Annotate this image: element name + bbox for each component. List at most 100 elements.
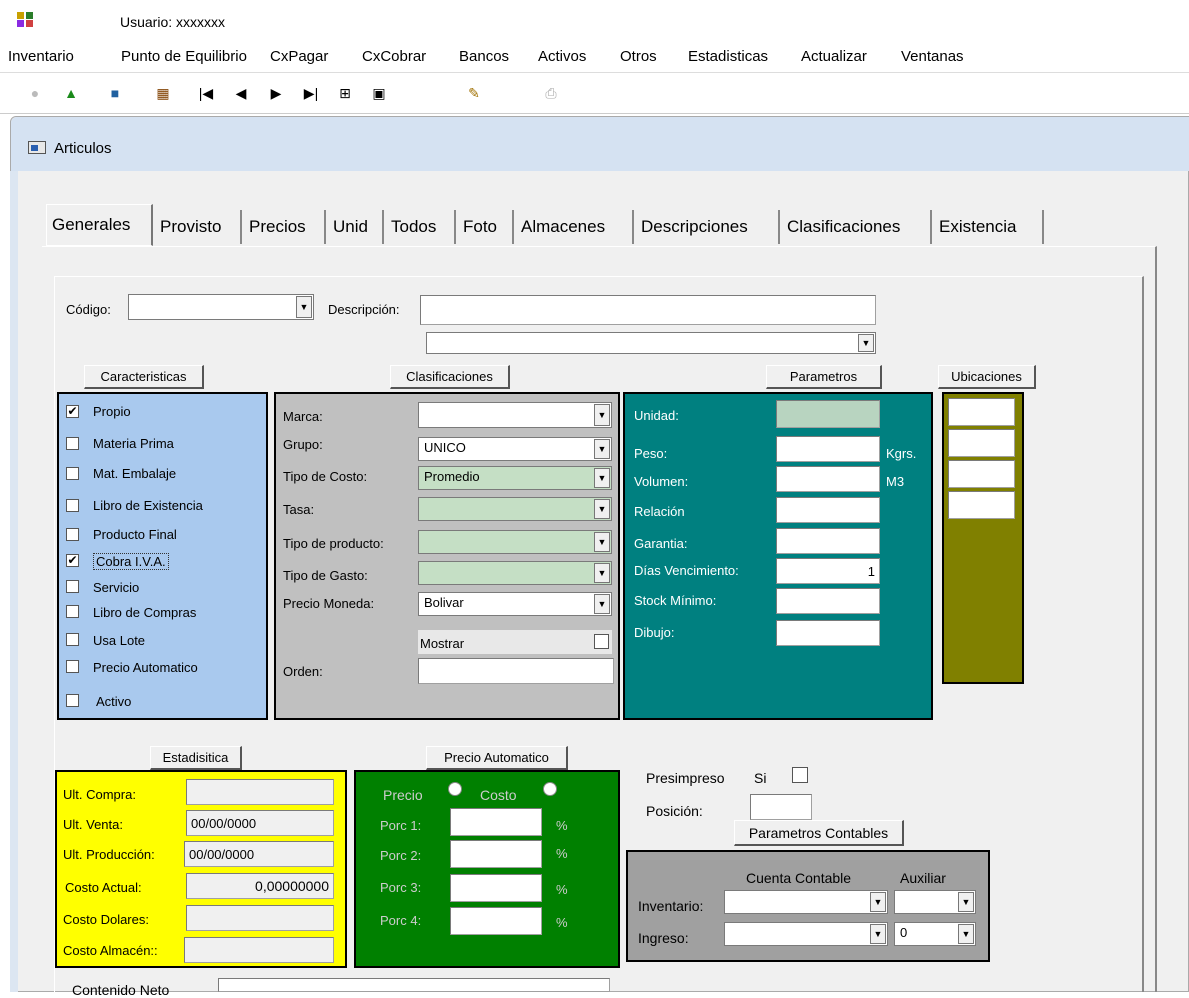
save-icon[interactable]: ▣	[368, 82, 390, 104]
tipo-gasto-combo[interactable]: ▼	[418, 561, 612, 585]
inventario-auxiliar-combo[interactable]: ▼	[894, 890, 976, 914]
menu-estadisticas[interactable]: Estadisticas	[688, 48, 768, 65]
tab-provisto[interactable]: Provisto	[155, 210, 242, 244]
tab-existencia[interactable]: Existencia	[934, 210, 1044, 244]
menu-cxcobrar[interactable]: CxCobrar	[362, 48, 426, 65]
grupo-combo[interactable]: UNICO ▼	[418, 437, 612, 461]
inventario-cuenta-combo[interactable]: ▼	[724, 890, 888, 914]
clasificaciones-button[interactable]: Clasificaciones	[390, 365, 510, 389]
apple-icon[interactable]: ●	[24, 82, 46, 104]
codigo-combo[interactable]: ▼	[128, 294, 314, 320]
tab-foto[interactable]: Foto	[458, 210, 514, 244]
menu-actualizar[interactable]: Actualizar	[801, 48, 867, 65]
chevron-down-icon[interactable]: ▼	[858, 334, 874, 352]
tipo-producto-combo[interactable]: ▼	[418, 530, 612, 554]
libro-existencia-checkbox[interactable]	[66, 499, 79, 512]
porc3-input[interactable]	[450, 874, 542, 902]
chevron-down-icon[interactable]: ▼	[296, 296, 312, 318]
menu-ventanas[interactable]: Ventanas	[901, 48, 964, 65]
ingreso-cuenta-combo[interactable]: ▼	[724, 922, 888, 946]
tab-clasificaciones[interactable]: Clasificaciones	[782, 210, 932, 244]
chevron-down-icon[interactable]: ▼	[594, 499, 610, 519]
copy-icon[interactable]: ■	[104, 82, 126, 104]
costo-radio[interactable]	[543, 782, 557, 796]
last-record-icon[interactable]: ▶|	[300, 82, 322, 104]
estadistica-button[interactable]: Estadisitica	[150, 746, 242, 770]
tab-descripciones[interactable]: Descripciones	[636, 210, 780, 244]
precio-moneda-combo[interactable]: Bolivar ▼	[418, 592, 612, 616]
ubicacion-2-input[interactable]	[948, 429, 1015, 457]
next-record-icon[interactable]: ▶	[265, 82, 287, 104]
dias-vencimiento-input[interactable]: 1	[776, 558, 880, 584]
orden-input[interactable]	[418, 658, 614, 684]
contenido-neto-input[interactable]	[218, 978, 610, 992]
dibujo-input[interactable]	[776, 620, 880, 646]
chevron-down-icon[interactable]: ▼	[958, 924, 974, 944]
chevron-down-icon[interactable]: ▼	[870, 892, 886, 912]
activo-checkbox[interactable]	[66, 694, 79, 707]
precio-radio[interactable]	[448, 782, 462, 796]
record-list-icon[interactable]: ⊞	[334, 82, 356, 104]
tab-almacenes[interactable]: Almacenes	[516, 210, 634, 244]
servicio-checkbox[interactable]	[66, 580, 79, 593]
presimpreso-checkbox[interactable]	[792, 767, 808, 783]
materia-prima-checkbox[interactable]	[66, 437, 79, 450]
parametros-contables-button[interactable]: Parametros Contables	[734, 820, 904, 846]
ubicaciones-button[interactable]: Ubicaciones	[938, 365, 1036, 389]
relacion-input[interactable]	[776, 497, 880, 523]
tasa-combo[interactable]: ▼	[418, 497, 612, 521]
menu-bancos[interactable]: Bancos	[459, 48, 509, 65]
volumen-input[interactable]	[776, 466, 880, 492]
parametros-button[interactable]: Parametros	[766, 365, 882, 389]
menu-cxpagar[interactable]: CxPagar	[270, 48, 328, 65]
first-record-icon[interactable]: |◀	[195, 82, 217, 104]
tipo-costo-combo[interactable]: Promedio ▼	[418, 466, 612, 490]
propio-checkbox[interactable]: ✔	[66, 405, 79, 418]
chevron-down-icon[interactable]: ▼	[594, 594, 610, 614]
mat-embalaje-checkbox[interactable]	[66, 467, 79, 480]
menu-punto-equilibrio[interactable]: Punto de Equilibrio	[121, 48, 247, 65]
calculator-icon[interactable]: ▦	[152, 82, 174, 104]
porc2-input[interactable]	[450, 840, 542, 868]
descripcion2-combo[interactable]: ▼	[426, 332, 876, 354]
porc1-input[interactable]	[450, 808, 542, 836]
chevron-down-icon[interactable]: ▼	[594, 563, 610, 583]
precio-automatico-button[interactable]: Precio Automatico	[426, 746, 568, 770]
tab-precios[interactable]: Precios	[244, 210, 326, 244]
stock-minimo-input[interactable]	[776, 588, 880, 614]
chevron-down-icon[interactable]: ▼	[870, 924, 886, 944]
garantia-input[interactable]	[776, 528, 880, 554]
usa-lote-checkbox[interactable]	[66, 633, 79, 646]
flask-icon[interactable]: ▲	[60, 82, 82, 104]
cobra-iva-checkbox[interactable]: ✔	[66, 554, 79, 567]
chevron-down-icon[interactable]: ▼	[594, 439, 610, 459]
posicion-input[interactable]	[750, 794, 812, 820]
ubicacion-4-input[interactable]	[948, 491, 1015, 519]
chevron-down-icon[interactable]: ▼	[594, 532, 610, 552]
producto-final-checkbox[interactable]	[66, 528, 79, 541]
precio-automatico-checkbox[interactable]	[66, 660, 79, 673]
ubicacion-1-input[interactable]	[948, 398, 1015, 426]
tab-unid[interactable]: Unid	[328, 210, 384, 244]
tab-generales[interactable]: Generales	[46, 204, 153, 246]
unidad-input[interactable]	[776, 400, 880, 428]
menu-otros[interactable]: Otros	[620, 48, 657, 65]
caracteristicas-button[interactable]: Caracteristicas	[84, 365, 204, 389]
menu-activos[interactable]: Activos	[538, 48, 586, 65]
previous-record-icon[interactable]: ◀	[230, 82, 252, 104]
libro-compras-checkbox[interactable]	[66, 605, 79, 618]
mostrar-checkbox[interactable]	[594, 634, 609, 649]
menu-inventario[interactable]: Inventario	[8, 48, 74, 65]
chevron-down-icon[interactable]: ▼	[958, 892, 974, 912]
chevron-down-icon[interactable]: ▼	[594, 404, 610, 426]
tab-todos[interactable]: Todos	[386, 210, 456, 244]
peso-input[interactable]	[776, 436, 880, 462]
marca-combo[interactable]: ▼	[418, 402, 612, 428]
ingreso-auxiliar-combo[interactable]: 0 ▼	[894, 922, 976, 946]
porc4-input[interactable]	[450, 907, 542, 935]
chevron-down-icon[interactable]: ▼	[594, 468, 610, 488]
eraser-icon[interactable]: ✎	[463, 82, 485, 104]
printer-icon[interactable]: ⎙	[540, 82, 562, 104]
ubicacion-3-input[interactable]	[948, 460, 1015, 488]
descripcion-input[interactable]	[420, 295, 876, 325]
